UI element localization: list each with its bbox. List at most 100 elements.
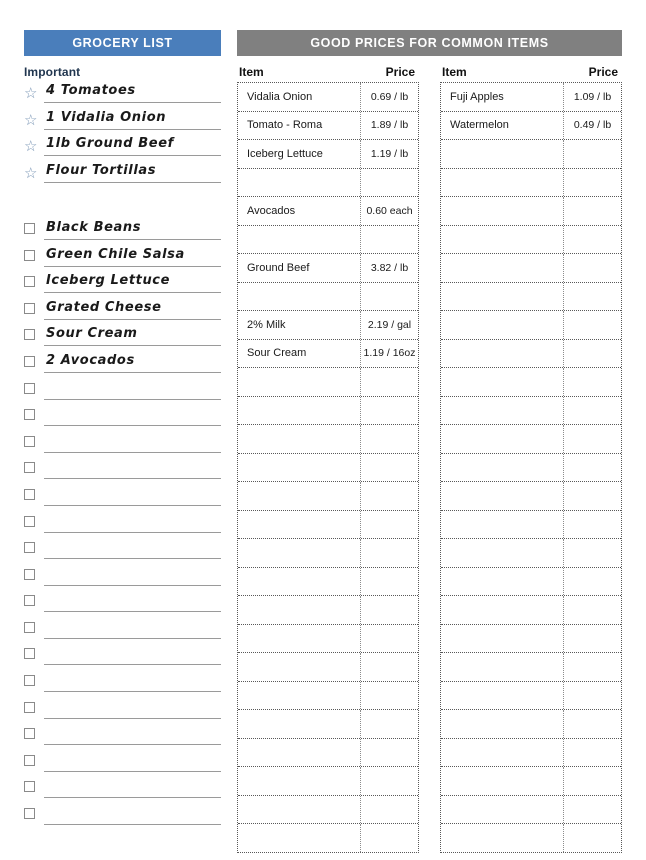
list-item[interactable] [24,725,221,752]
table-cell-item[interactable] [238,596,361,624]
list-item-entry[interactable]: Grated Cheese [44,300,221,325]
table-row[interactable] [441,168,621,197]
table-row[interactable]: Fuji Apples 1.09 / lb [441,83,621,112]
table-cell-item[interactable] [441,282,564,310]
table-cell-item[interactable] [441,710,564,738]
table-cell-price[interactable] [361,568,418,596]
table-cell-item[interactable] [238,539,361,567]
table-cell-item[interactable] [441,510,564,538]
table-row[interactable] [238,596,418,625]
table-cell-price[interactable]: 0.60 each [361,197,418,225]
checkbox-empty-icon[interactable] [24,619,44,633]
table-cell-price[interactable] [361,454,418,482]
table-cell-item[interactable] [238,453,361,481]
table-cell-price[interactable] [564,197,621,225]
list-item[interactable] [24,672,221,699]
table-cell-item[interactable] [238,710,361,738]
list-item-entry[interactable] [44,539,221,564]
table-cell-price[interactable] [564,824,621,852]
table-row[interactable] [441,482,621,511]
table-cell-item[interactable] [441,368,564,396]
list-item-entry[interactable] [44,645,221,670]
table-cell-price[interactable] [361,796,418,824]
table-cell-item[interactable] [441,140,564,168]
list-item-entry[interactable] [44,566,221,591]
table-cell-item[interactable] [441,795,564,823]
table-cell-price[interactable] [361,824,418,852]
table-cell-item[interactable] [238,567,361,595]
list-item-entry[interactable]: 2 Avocados [44,353,221,378]
table-cell-price[interactable] [361,425,418,453]
table-cell-price[interactable]: 2.19 / gal [361,311,418,339]
list-item[interactable]: Sour Cream [24,326,221,353]
checkbox-empty-icon[interactable] [24,592,44,607]
table-row[interactable]: 2% Milk 2.19 / gal [238,311,418,340]
table-cell-price[interactable]: 0.69 / lb [361,83,418,111]
table-row[interactable] [441,795,621,824]
table-cell-price[interactable] [564,340,621,368]
table-cell-item[interactable] [238,225,361,253]
table-cell-item[interactable] [238,482,361,510]
table-row[interactable] [441,738,621,767]
table-cell-price[interactable] [361,653,418,681]
table-cell-price[interactable] [361,169,418,197]
table-cell-item[interactable] [238,510,361,538]
table-cell-price[interactable] [564,254,621,282]
list-item-entry[interactable] [44,805,221,830]
table-cell-item[interactable] [441,767,564,795]
table-cell-item[interactable] [441,824,564,852]
table-cell-item[interactable] [441,339,564,367]
table-row[interactable] [441,140,621,169]
table-row[interactable] [238,653,418,682]
list-item-entry[interactable] [44,433,221,458]
checkbox-empty-icon[interactable] [24,699,44,713]
star-outline-icon[interactable]: ☆ [24,110,44,128]
table-cell-item[interactable] [238,795,361,823]
table-cell-price[interactable] [361,710,418,738]
table-row[interactable]: Watermelon 0.49 / lb [441,111,621,140]
star-outline-icon[interactable]: ☆ [24,136,44,154]
list-item-entry[interactable] [44,513,221,538]
list-item-entry[interactable]: 4 Tomatoes [44,83,221,108]
table-cell-item[interactable] [238,624,361,652]
checkbox-empty-icon[interactable] [24,220,44,234]
star-outline-icon[interactable]: ☆ [24,83,44,101]
list-item-entry[interactable] [44,486,221,511]
list-item[interactable] [24,380,221,407]
table-row[interactable]: Vidalia Onion 0.69 / lb [238,83,418,112]
list-item[interactable] [24,619,221,646]
table-row[interactable] [238,368,418,397]
list-item-entry[interactable] [44,699,221,724]
table-cell-price[interactable]: 1.19 / lb [361,140,418,168]
table-cell-item[interactable]: Vidalia Onion [238,83,361,111]
table-row[interactable] [441,653,621,682]
list-item-entry[interactable]: Sour Cream [44,326,221,351]
table-cell-item[interactable] [441,738,564,766]
table-cell-price[interactable] [564,653,621,681]
checkbox-empty-icon[interactable] [24,752,44,766]
table-cell-item[interactable] [238,653,361,681]
checkbox-empty-icon[interactable] [24,247,44,261]
table-row[interactable] [441,311,621,340]
table-cell-price[interactable] [564,454,621,482]
checkbox-empty-icon[interactable] [24,353,44,367]
table-row[interactable] [238,425,418,454]
list-item[interactable] [24,539,221,566]
list-item[interactable] [24,752,221,779]
table-cell-item[interactable] [238,396,361,424]
list-item[interactable] [24,592,221,619]
list-item-entry[interactable] [44,406,221,431]
table-cell-item[interactable] [441,567,564,595]
table-cell-price[interactable] [361,682,418,710]
table-cell-price[interactable] [564,140,621,168]
table-cell-item[interactable] [238,767,361,795]
table-row[interactable] [441,710,621,739]
checkbox-empty-icon[interactable] [24,459,44,474]
table-cell-price[interactable] [564,539,621,567]
table-cell-item[interactable] [441,225,564,253]
table-row[interactable] [238,282,418,311]
list-item[interactable]: ☆ Flour Tortillas [24,163,221,190]
table-row[interactable] [238,767,418,796]
list-item[interactable] [24,778,221,805]
list-item[interactable]: 2 Avocados [24,353,221,380]
